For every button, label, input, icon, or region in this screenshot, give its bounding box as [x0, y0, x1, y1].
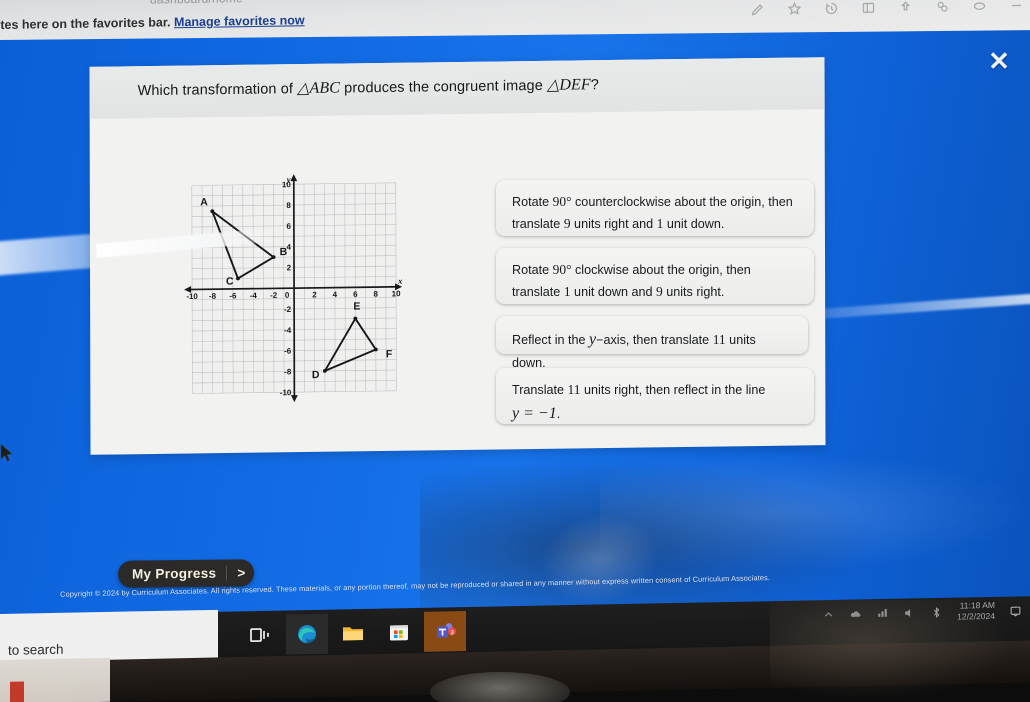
address-bar-url[interactable]: dashboard/home [150, 0, 243, 7]
svg-text:-2: -2 [284, 305, 292, 314]
svg-text:-4: -4 [284, 326, 292, 335]
profile-icon[interactable] [972, 0, 987, 14]
desk-object [10, 681, 24, 702]
task-view-icon[interactable] [240, 615, 282, 656]
pen-icon[interactable] [750, 2, 765, 17]
svg-text:-8: -8 [284, 367, 292, 376]
option2-num2: 9 [655, 283, 663, 299]
edge-icon[interactable] [286, 613, 328, 655]
svg-text:-6: -6 [229, 291, 237, 300]
question-math-def: △DEF [546, 76, 591, 94]
mouse-cursor [0, 443, 14, 463]
svg-text:E: E [353, 300, 360, 312]
microsoft-store-icon[interactable] [378, 612, 420, 653]
svg-text:10: 10 [392, 289, 401, 298]
answer-option-2[interactable]: Rotate 90° clockwise about the origin, t… [496, 248, 814, 304]
question-text-part2: produces the congruent image [340, 77, 548, 97]
desk-surface-left [0, 657, 110, 702]
svg-text:-6: -6 [284, 347, 292, 356]
question-math-abc: △ABC [297, 79, 341, 98]
manage-favorites-link[interactable]: Manage favorites now [174, 13, 305, 29]
search-placeholder: to search [8, 641, 64, 658]
favorites-bar-message: rites here on the favorites bar. Manage … [0, 13, 305, 32]
option1-pre: Rotate [512, 195, 553, 209]
taskbar-app-icons: 3 [240, 611, 466, 655]
screen-reflection-hand [534, 505, 666, 613]
collections-icon[interactable] [861, 0, 876, 15]
svg-text:-10: -10 [280, 388, 292, 397]
option2-pre: Rotate [512, 263, 553, 277]
svg-text:F: F [386, 348, 393, 360]
option4-equation: y = −1 [512, 404, 557, 422]
teams-icon[interactable]: 3 [424, 611, 466, 652]
svg-text:6: 6 [353, 290, 358, 299]
notifications-icon[interactable] [1009, 604, 1022, 617]
svg-text:D: D [312, 369, 320, 381]
option3-pre: Reflect in the [512, 333, 590, 347]
svg-text:2: 2 [287, 263, 292, 272]
extensions-icon[interactable] [935, 0, 950, 14]
svg-text:4: 4 [287, 243, 292, 252]
svg-text:A: A [200, 196, 208, 208]
option2-post: clockwise about the origin, then [571, 263, 751, 277]
chevron-right-icon: > [226, 565, 246, 581]
answer-option-4[interactable]: Translate 11 units right, then reflect i… [496, 368, 814, 424]
svg-text:2: 2 [312, 290, 317, 299]
svg-text:x: x [397, 276, 403, 286]
svg-text:8: 8 [286, 201, 291, 210]
screen-glare-soft [600, 450, 1030, 575]
screen-reflection [420, 451, 890, 618]
option1-l2mid: units right and [570, 216, 657, 231]
option1-l2post: unit down. [663, 216, 725, 231]
svg-text:6: 6 [286, 222, 291, 231]
answer-option-3[interactable]: Reflect in the y−axis, then translate 11… [496, 316, 808, 370]
my-progress-button[interactable]: My Progress > [118, 559, 254, 588]
option4-pre: Translate [512, 383, 568, 397]
question-text-part1: Which transformation of [137, 81, 298, 100]
room-shadow [770, 600, 1010, 700]
option2-l2pre: translate [512, 284, 564, 299]
browser-toolbar-icons [750, 0, 1024, 17]
option1-angle: 90° [552, 194, 572, 209]
svg-text:-10: -10 [186, 292, 198, 301]
favorites-star-icon[interactable] [787, 1, 802, 16]
option1-l2pre: translate [512, 216, 564, 231]
svg-text:C: C [226, 276, 234, 288]
option4-l2post: . [556, 406, 561, 421]
close-icon[interactable]: ✕ [986, 48, 1012, 74]
svg-text:B: B [280, 246, 288, 258]
coordinate-plane: y x -10 -8 -6 -4 -2 0 2 4 6 8 10 10 8 6 4 2 -2 -4 -6 -8 -10 A B C… [178, 169, 413, 408]
coordinate-grid-svg: yx-10 -8 -6 -4 -2 0 2 4 6 8 10108642-2-4-6-8-10ABC… [184, 174, 403, 403]
my-progress-label: My Progress [132, 565, 217, 582]
svg-text:-8: -8 [209, 292, 217, 301]
answer-option-1[interactable]: Rotate 90° counterclockwise about the or… [496, 180, 814, 236]
screen-reflection-text [689, 537, 871, 598]
svg-text:8: 8 [373, 290, 378, 299]
more-icon[interactable] [1009, 0, 1024, 13]
photographed-screen: dashboard/home rites here on the favorit… [0, 0, 1030, 702]
option4-post: units right, then reflect in the line [580, 383, 766, 397]
question-text-part3: ? [590, 77, 599, 94]
svg-text:10: 10 [282, 180, 291, 189]
option1-post: counterclockwise about the origin, then [571, 195, 793, 209]
option2-angle: 90° [552, 262, 572, 277]
file-explorer-icon[interactable] [332, 613, 374, 654]
option4-num: 11 [567, 382, 581, 397]
option2-l2post: units right. [662, 284, 725, 299]
history-icon[interactable] [824, 1, 839, 16]
svg-text:-4: -4 [250, 291, 258, 300]
option3-num: 11 [712, 332, 726, 347]
option2-l2mid: unit down and [570, 284, 656, 299]
option1-num1: 9 [563, 215, 571, 231]
share-icon[interactable] [898, 0, 913, 15]
svg-text:4: 4 [333, 290, 338, 299]
favorites-bar-text: rites here on the favorites bar. [0, 15, 171, 33]
svg-text:0: 0 [285, 291, 290, 300]
option2-num1: 1 [563, 283, 571, 299]
option3-mid: −axis, then translate [596, 333, 713, 347]
svg-text:-2: -2 [270, 291, 278, 300]
